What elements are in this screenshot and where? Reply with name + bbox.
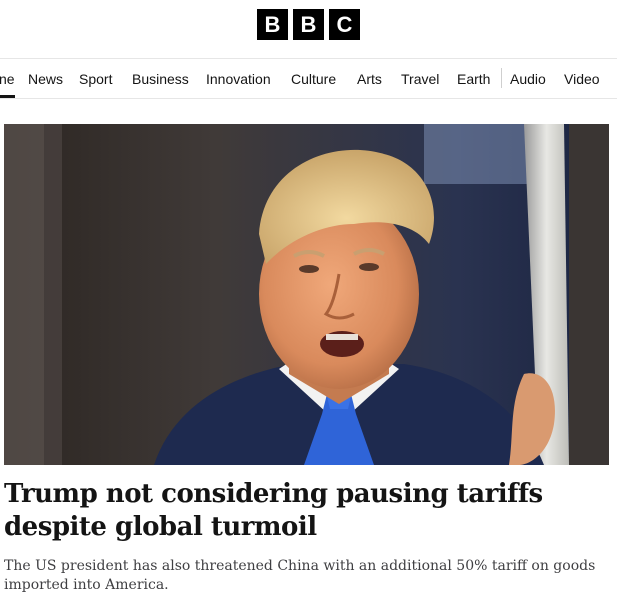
logo-letter-b2: B — [293, 9, 324, 40]
bbc-logo[interactable]: B B C — [257, 9, 360, 40]
hero-photo — [4, 124, 609, 465]
nav-item-video[interactable]: Video — [564, 58, 600, 98]
nav-item-business[interactable]: Business — [132, 58, 189, 98]
nav-item-sport[interactable]: Sport — [79, 58, 112, 98]
nav-item-audio[interactable]: Audio — [510, 58, 546, 98]
nav-item-travel[interactable]: Travel — [401, 58, 439, 98]
nav-item-news[interactable]: News — [28, 58, 63, 98]
article-headline[interactable]: Trump not considering pausing tariffs de… — [4, 478, 614, 544]
nav-item-earth[interactable]: Earth — [457, 58, 490, 98]
nav-item-arts[interactable]: Arts — [357, 58, 382, 98]
article-summary: The US president has also threatened Chi… — [4, 558, 596, 593]
nav-item-innovation[interactable]: Innovation — [206, 58, 271, 98]
nav-divider — [501, 68, 502, 88]
logo-letter-c: C — [329, 9, 360, 40]
nav-item-culture[interactable]: Culture — [291, 58, 336, 98]
nav-item-home[interactable]: ne — [0, 58, 15, 98]
site-header: B B C — [0, 0, 617, 59]
logo-letter-b1: B — [257, 9, 288, 40]
main-nav: ne News Sport Business Innovation Cultur… — [0, 58, 617, 99]
hero-image[interactable] — [4, 124, 609, 465]
